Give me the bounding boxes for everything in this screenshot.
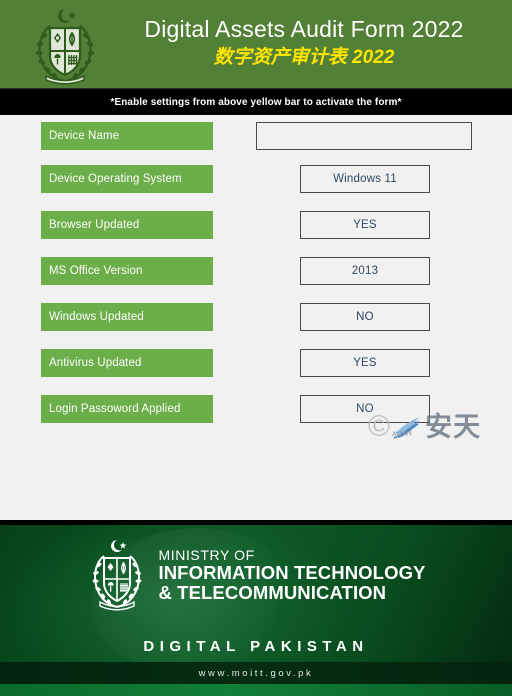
digital-pakistan-tagline: DIGITAL PAKISTAN	[143, 638, 369, 655]
form-row: Windows Updated NO	[0, 303, 512, 333]
footer-website-url[interactable]: www.moitt.gov.pk	[199, 668, 314, 679]
ministry-name-block: MINISTRY OF INFORMATION TECHNOLOGY & TEL…	[158, 546, 426, 603]
pakistan-state-emblem-icon	[28, 6, 102, 86]
form-row: MS Office Version 2013	[0, 257, 512, 287]
ms-office-version-value[interactable]: 2013	[300, 257, 430, 285]
ministry-line-2: INFORMATION TECHNOLOGY	[158, 561, 426, 583]
ministry-logo-row: MINISTRY OF INFORMATION TECHNOLOGY & TEL…	[0, 538, 512, 612]
antivirus-updated-value[interactable]: YES	[300, 349, 430, 377]
field-label-device-operating-system: Device Operating System	[41, 165, 213, 193]
enable-settings-notice-bar: *Enable settings from above yellow bar t…	[0, 88, 512, 115]
form-row: Login Passoword Applied NO	[0, 395, 512, 425]
form-row: Browser Updated YES	[0, 211, 512, 241]
form-row: Antivirus Updated YES	[0, 349, 512, 379]
page-title: Digital Assets Audit Form 2022	[144, 16, 464, 42]
form-row: Device Operating System Windows 11	[0, 165, 512, 195]
form-row: Device Name	[0, 122, 512, 152]
field-label-device-name: Device Name	[41, 122, 213, 150]
field-label-ms-office-version: MS Office Version	[41, 257, 213, 285]
page-subtitle-chinese: 数字资产审计表 2022	[213, 47, 395, 68]
notice-text: *Enable settings from above yellow bar t…	[110, 96, 402, 108]
antiy-brand-text: ANTIY	[392, 432, 413, 438]
field-label-login-password-applied: Login Passoword Applied	[41, 395, 213, 423]
page-header: Digital Assets Audit Form 2022 数字资产审计表 2…	[0, 0, 512, 88]
pakistan-state-emblem-icon	[86, 538, 148, 612]
ministry-line-3: & TELECOMMUNICATION	[158, 581, 387, 603]
field-label-antivirus-updated: Antivirus Updated	[41, 349, 213, 377]
footer-bottom-strip	[0, 684, 512, 696]
footer-url-bar: www.moitt.gov.pk	[0, 662, 512, 684]
header-title-block: Digital Assets Audit Form 2022 数字资产审计表 2…	[104, 14, 504, 71]
device-name-input[interactable]	[256, 122, 472, 150]
audit-form: Device Name Device Operating System Wind…	[0, 115, 512, 521]
page-footer: MINISTRY OF INFORMATION TECHNOLOGY & TEL…	[0, 520, 512, 696]
ministry-line-1: MINISTRY OF	[158, 546, 255, 563]
device-operating-system-value[interactable]: Windows 11	[300, 165, 430, 193]
field-label-windows-updated: Windows Updated	[41, 303, 213, 331]
field-label-browser-updated: Browser Updated	[41, 211, 213, 239]
browser-updated-value[interactable]: YES	[300, 211, 430, 239]
login-password-applied-value[interactable]: NO	[300, 395, 430, 423]
windows-updated-value[interactable]: NO	[300, 303, 430, 331]
